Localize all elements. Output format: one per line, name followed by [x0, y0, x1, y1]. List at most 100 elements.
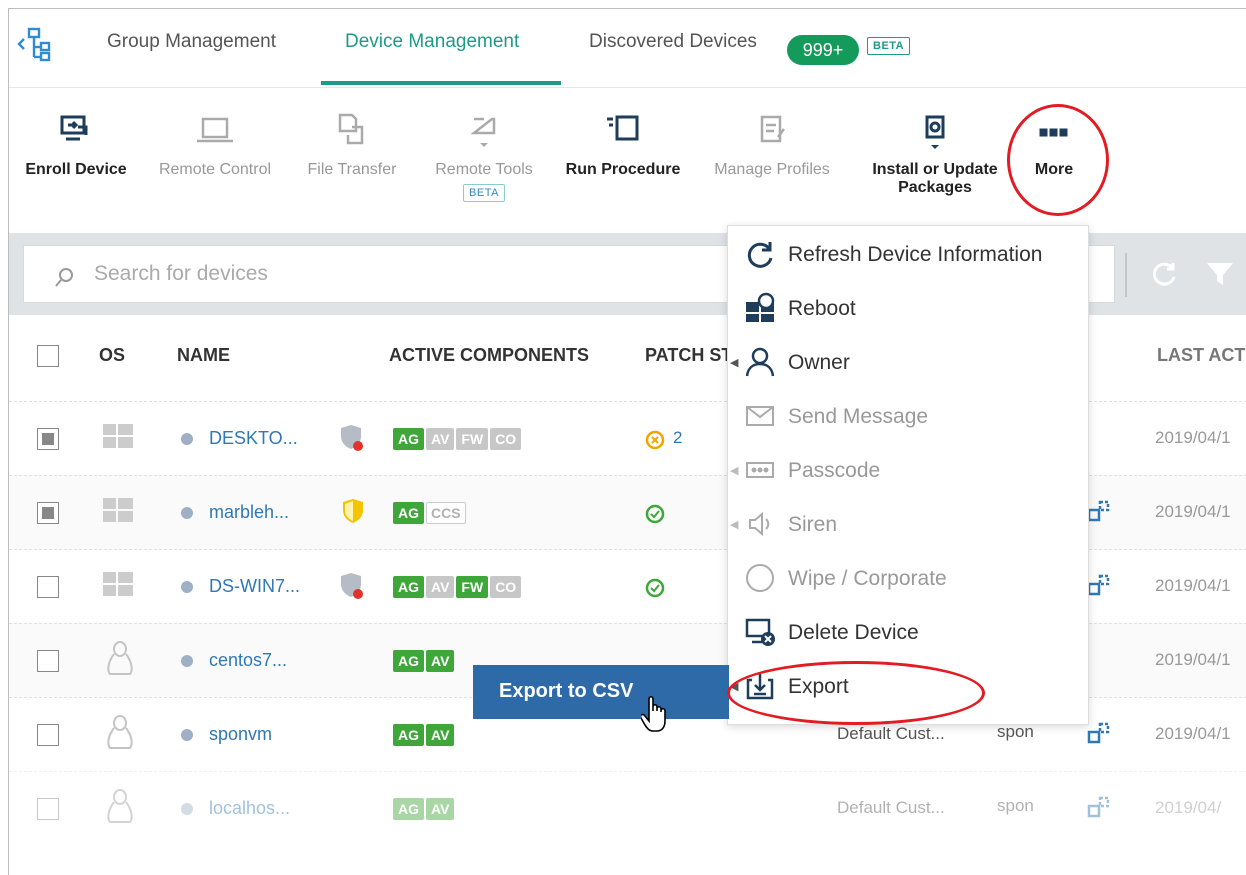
- file-transfer-label: File Transfer: [307, 161, 397, 178]
- filter-icon[interactable]: [1205, 259, 1235, 289]
- remote-tools-icon: [470, 117, 496, 147]
- remote-tools-beta-badge: BETA: [463, 184, 505, 202]
- patch-ok-icon: [645, 578, 665, 598]
- status-dot: [181, 433, 193, 445]
- remote-control-label: Remote Control: [158, 161, 272, 178]
- select-all-checkbox[interactable]: [37, 345, 59, 367]
- search-placeholder: Search for devices: [94, 262, 268, 285]
- menu-item-reboot[interactable]: Reboot: [728, 282, 1088, 336]
- hand-cursor-icon: [641, 695, 666, 732]
- status-dot: [181, 803, 193, 815]
- row-checkbox[interactable]: [37, 724, 59, 746]
- column-header-active-components[interactable]: ACTIVE COMPONENTS: [389, 345, 589, 366]
- file-transfer-button[interactable]: File Transfer: [301, 111, 403, 179]
- discovered-count-badge: 999+: [787, 35, 859, 65]
- menu-label: Passcode: [788, 459, 881, 482]
- menu-item-passcode[interactable]: ◀ Passcode: [728, 444, 1088, 498]
- export-to-csv-label: Export to CSV: [499, 680, 634, 702]
- toolbar-separator: [1125, 253, 1127, 297]
- patch-count[interactable]: 2: [673, 428, 682, 448]
- speaker-icon: [749, 511, 770, 537]
- row-checkbox[interactable]: [37, 502, 59, 524]
- group-link-icon[interactable]: [1087, 722, 1111, 746]
- device-name-link[interactable]: localhos...: [209, 798, 290, 819]
- owner-name[interactable]: spon: [997, 722, 1034, 742]
- shield-warning-icon: [343, 499, 363, 523]
- group-link-icon[interactable]: [1087, 574, 1111, 598]
- windows-os-icon: [103, 572, 133, 596]
- remote-control-button[interactable]: Remote Control: [151, 111, 279, 179]
- component-av: AV: [426, 576, 455, 598]
- row-checkbox[interactable]: [37, 650, 59, 672]
- row-checkbox[interactable]: [37, 798, 59, 820]
- last-activity-date: 2019/04/1: [1155, 650, 1231, 669]
- tab-discovered-devices[interactable]: Discovered Devices: [589, 31, 757, 85]
- menu-item-owner[interactable]: ◀ Owner: [728, 336, 1088, 390]
- last-activity-date: 2019/04/1: [1155, 428, 1231, 447]
- enroll-device-button[interactable]: Enroll Device: [21, 111, 131, 179]
- export-highlight-ring: [727, 661, 985, 725]
- component-ag: AG: [393, 798, 424, 820]
- component-ag: AG: [393, 428, 424, 450]
- device-name-link[interactable]: DESKTO...: [209, 428, 298, 449]
- component-av: AV: [426, 428, 455, 450]
- run-procedure-icon: [607, 115, 639, 141]
- shield-alert-icon: [341, 425, 363, 451]
- row-checkbox[interactable]: [37, 428, 59, 450]
- device-name-link[interactable]: DS-WIN7...: [209, 576, 300, 597]
- owner-icon: [745, 347, 775, 377]
- menu-item-refresh-device-information[interactable]: Refresh Device Information: [728, 228, 1088, 282]
- menu-item-send-message[interactable]: Send Message: [728, 390, 1088, 444]
- manage-profiles-icon: [760, 115, 785, 143]
- manage-profiles-label: Manage Profiles: [714, 161, 830, 178]
- active-components: AG AV FW CO: [393, 576, 523, 598]
- group-link-icon[interactable]: [1087, 500, 1111, 524]
- tab-group-management[interactable]: Group Management: [107, 31, 276, 85]
- menu-item-wipe-corporate[interactable]: Wipe / Corporate: [728, 552, 1088, 606]
- active-components: AG AV FW CO: [393, 428, 523, 450]
- patch-ok-icon: [645, 504, 665, 524]
- menu-item-delete-device[interactable]: Delete Device: [728, 606, 1088, 660]
- export-to-csv-menu-item[interactable]: Export to CSV: [473, 665, 729, 719]
- device-name-link[interactable]: sponvm: [209, 724, 272, 745]
- run-procedure-button[interactable]: Run Procedure: [563, 111, 683, 179]
- menu-label: Delete Device: [788, 621, 919, 644]
- group-link-icon[interactable]: [1087, 796, 1111, 820]
- menu-label: Owner: [788, 351, 850, 374]
- active-components: AG AV: [393, 798, 456, 820]
- refresh-icon[interactable]: [1149, 259, 1179, 289]
- manage-profiles-button[interactable]: Manage Profiles: [705, 111, 839, 179]
- owner-name[interactable]: spon: [997, 796, 1034, 816]
- column-header-patch-status[interactable]: PATCH ST: [645, 345, 732, 366]
- passcode-icon: [746, 462, 774, 478]
- component-ag: AG: [393, 724, 424, 746]
- component-ag: AG: [393, 502, 424, 524]
- device-management-window: Group Management Device Management Disco…: [8, 8, 1246, 875]
- table-row[interactable]: localhos... AG AV Default Cust... spon 20…: [9, 771, 1246, 846]
- status-dot: [181, 729, 193, 741]
- component-av: AV: [426, 724, 455, 746]
- device-name-link[interactable]: centos7...: [209, 650, 287, 671]
- envelope-icon: [746, 406, 774, 426]
- shield-alert-icon: [341, 573, 363, 599]
- menu-label: Refresh Device Information: [788, 243, 1043, 266]
- tree-toggle-icon[interactable]: [15, 25, 55, 65]
- menu-label: Reboot: [788, 297, 856, 320]
- beta-badge: BETA: [867, 37, 911, 55]
- active-tab-indicator: [321, 81, 561, 85]
- enroll-device-label: Enroll Device: [25, 161, 127, 178]
- tab-device-management[interactable]: Device Management: [345, 31, 519, 85]
- install-update-label-1: Install or Update: [872, 161, 998, 178]
- column-header-os[interactable]: OS: [99, 345, 125, 366]
- column-header-last-activity[interactable]: LAST ACT: [1157, 345, 1245, 366]
- component-ccs: CCS: [426, 502, 466, 524]
- row-checkbox[interactable]: [37, 576, 59, 598]
- remote-tools-button[interactable]: Remote Tools BETA: [425, 111, 543, 202]
- column-header-name[interactable]: NAME: [177, 345, 230, 366]
- install-update-packages-button[interactable]: Install or Update Packages: [865, 111, 1005, 197]
- install-update-label-2: Packages: [898, 179, 972, 196]
- menu-item-siren[interactable]: ◀ Siren: [728, 498, 1088, 552]
- status-dot: [181, 581, 193, 593]
- device-name-link[interactable]: marbleh...: [209, 502, 289, 523]
- active-components: AG CCS: [393, 502, 468, 524]
